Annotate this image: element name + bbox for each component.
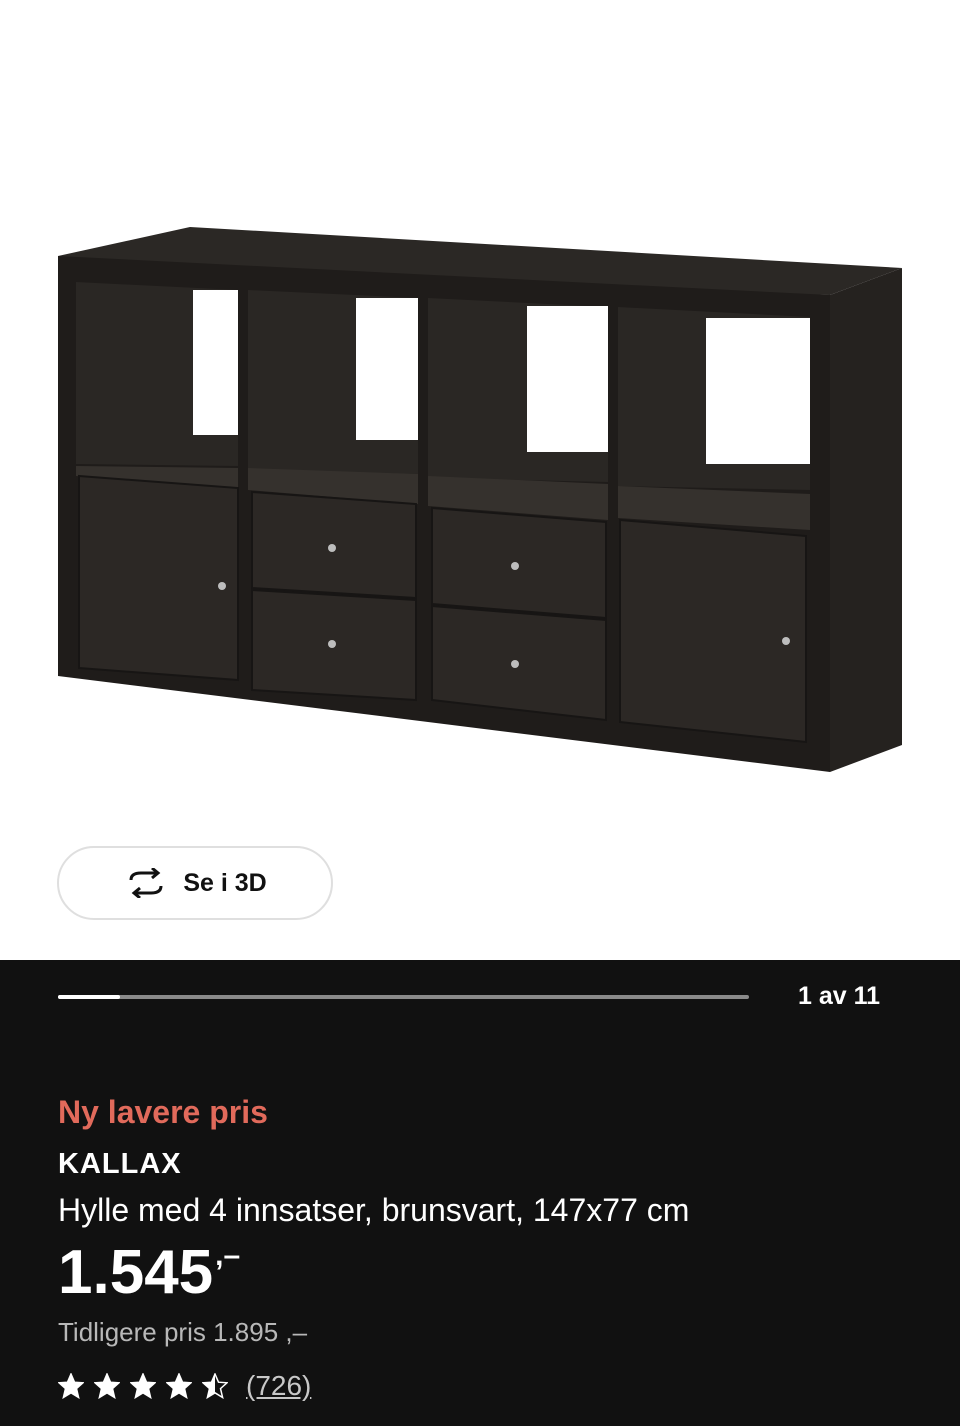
product-info-panel: 1 av 11 Ny lavere pris KALLAX Hylle med … bbox=[0, 960, 960, 1426]
product-description: Hylle med 4 innsatser, brunsvart, 147x77… bbox=[58, 1192, 690, 1228]
view-3d-label: Se i 3D bbox=[183, 868, 267, 897]
star-full-icon bbox=[58, 1373, 84, 1399]
view-3d-button[interactable]: Se i 3D bbox=[57, 846, 333, 920]
review-count-link[interactable]: (726) bbox=[246, 1370, 311, 1402]
product-name: KALLAX bbox=[58, 1148, 182, 1180]
product-gallery[interactable]: Se i 3D bbox=[0, 0, 960, 960]
star-full-icon bbox=[166, 1373, 192, 1399]
previous-price: Tidligere pris 1.895 ,– bbox=[58, 1317, 308, 1347]
slide-counter: 1 av 11 bbox=[797, 982, 880, 1010]
rating-stars bbox=[58, 1373, 228, 1399]
gallery-progress-track bbox=[58, 995, 749, 999]
star-full-icon bbox=[94, 1373, 120, 1399]
star-full-icon bbox=[130, 1373, 156, 1399]
gallery-progress-fill bbox=[58, 995, 121, 999]
product-image bbox=[58, 227, 902, 772]
price-badge: Ny lavere pris bbox=[58, 1094, 268, 1130]
price-main: 1.545 bbox=[58, 1238, 214, 1307]
rotate-3d-icon bbox=[129, 868, 163, 898]
rating[interactable]: (726) bbox=[58, 1370, 311, 1402]
price: 1.545 ,– bbox=[58, 1236, 240, 1310]
star-half-icon bbox=[202, 1373, 228, 1399]
price-suffix: ,– bbox=[215, 1239, 241, 1272]
